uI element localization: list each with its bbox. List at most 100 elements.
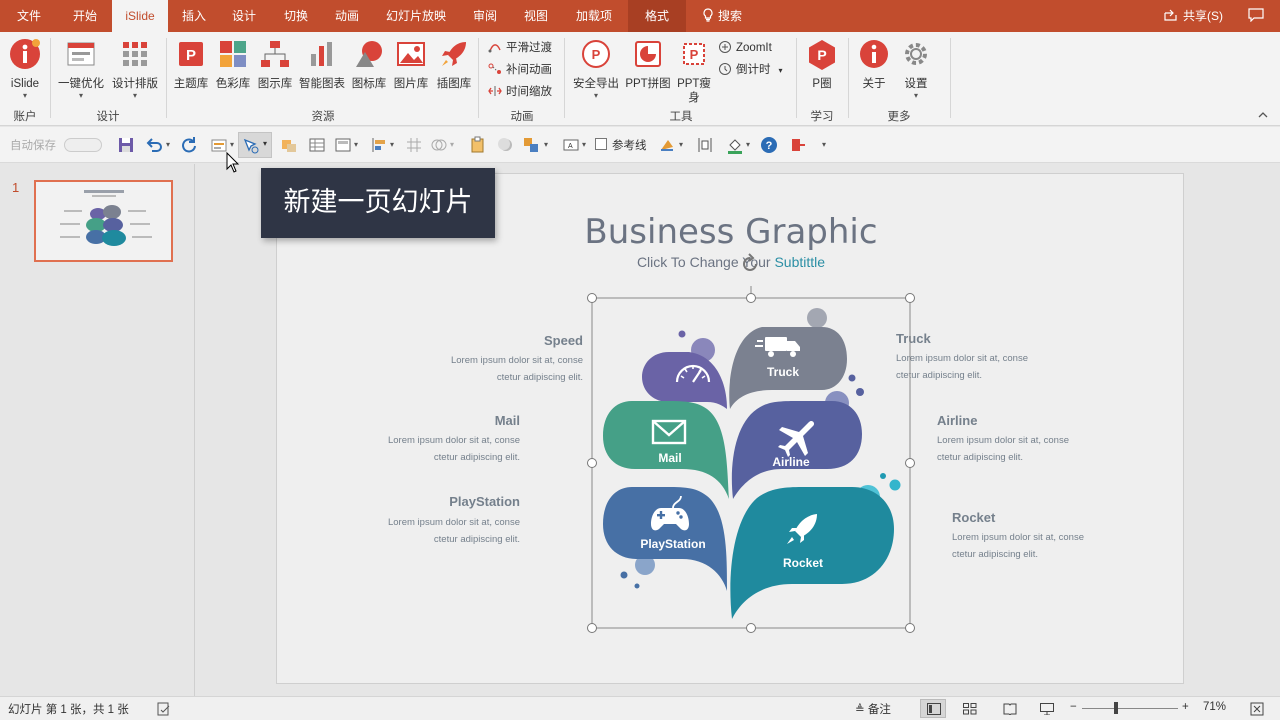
arrange-dropdown-icon[interactable]: ▾ (544, 140, 548, 149)
smooth-transition-button[interactable]: 平滑过渡 (488, 38, 552, 58)
guides-checkbox[interactable] (595, 138, 607, 150)
tween-animation-button[interactable]: 补间动画 (488, 60, 552, 80)
theme-library-label: 主题库 (173, 78, 209, 90)
collapse-ribbon-button[interactable] (1258, 110, 1268, 121)
p-circle-button[interactable]: P P圈 (802, 38, 842, 91)
tab-transitions[interactable]: 切换 (274, 0, 318, 32)
redo-icon[interactable] (180, 136, 198, 154)
save-icon[interactable] (117, 136, 135, 154)
safe-export-icon: P (582, 40, 610, 68)
slide-thumbnail[interactable] (34, 180, 173, 262)
table-icon[interactable] (308, 136, 326, 154)
zoom-slider[interactable] (1082, 708, 1178, 709)
tab-format[interactable]: 格式 (628, 0, 686, 32)
mail-petal[interactable] (603, 401, 729, 499)
gear-icon (905, 43, 927, 65)
slide-canvas[interactable]: Business Graphic Click To Change Your Su… (276, 173, 1184, 684)
notes-button[interactable]: ≜ 备注 (855, 701, 891, 717)
tab-home[interactable]: 开始 (62, 0, 108, 32)
mail-desc-line1: Lorem ipsum dolor sit at, conse (387, 435, 520, 446)
tab-file[interactable]: 文件 (6, 0, 52, 32)
align-dropdown-icon[interactable]: ▾ (390, 140, 394, 149)
textbox-icon[interactable]: A (562, 136, 580, 154)
tab-insert[interactable]: 插入 (172, 0, 216, 32)
slide-subtitle[interactable]: Click To Change Your Subtittle (277, 254, 1185, 270)
textbox-dropdown-icon[interactable]: ▾ (582, 140, 586, 149)
about-button[interactable]: 关于 (856, 38, 892, 91)
slideshow-icon[interactable] (1040, 703, 1054, 715)
merge-dropdown-icon[interactable]: ▾ (450, 140, 454, 149)
svg-text:?: ? (766, 140, 773, 152)
tab-animations[interactable]: 动画 (325, 0, 369, 32)
zoom-slider-thumb[interactable] (1114, 702, 1118, 714)
tab-design[interactable]: 设计 (222, 0, 266, 32)
ppt-puzzle-button[interactable]: PPT拼图 (624, 38, 672, 91)
merge-shapes-icon[interactable] (430, 136, 448, 154)
autosave-toggle[interactable] (64, 138, 102, 152)
new-slide-dropdown-icon[interactable]: ▾ (230, 140, 234, 149)
grid-hash-icon[interactable] (405, 136, 423, 154)
zoomit-button[interactable]: ZoomIt (718, 38, 772, 58)
speed-petal[interactable] (642, 352, 727, 409)
layout-design-button[interactable]: 设计排版 ▾ (110, 38, 160, 100)
share-button[interactable]: 共享(S) (1164, 0, 1223, 32)
smart-chart-button[interactable]: 智能图表 (297, 38, 347, 91)
slide-number: 1 (12, 180, 20, 195)
layout-dropdown-icon[interactable]: ▾ (354, 140, 358, 149)
countdown-button[interactable]: 倒计时 ▾ (718, 60, 783, 80)
paste-icon[interactable] (469, 136, 487, 154)
tab-view[interactable]: 视图 (515, 0, 557, 32)
zoom-in-button[interactable]: + (1182, 701, 1189, 713)
truck-petal-label: Truck (767, 365, 799, 379)
align-icon[interactable] (370, 136, 388, 154)
format-dropdown-icon[interactable]: ▾ (679, 140, 683, 149)
comments-button[interactable] (1248, 0, 1264, 32)
spell-check-icon[interactable] (157, 702, 171, 716)
one-click-optimize-button[interactable]: 一键优化 ▾ (56, 38, 106, 100)
zoom-level[interactable]: 71% (1203, 701, 1226, 713)
icon-library-label: 图标库 (351, 78, 387, 90)
ppt-slim-button[interactable]: P PPT瘦身 (676, 38, 712, 105)
shape-tool-button[interactable]: ▾ (238, 132, 272, 158)
slide-sorter-icon[interactable] (963, 703, 977, 715)
tab-review[interactable]: 审阅 (464, 0, 506, 32)
rotate-handle-icon[interactable] (739, 253, 761, 275)
normal-view-button[interactable] (920, 699, 946, 718)
format-painter-icon[interactable] (658, 136, 676, 154)
zoom-out-button[interactable]: − (1070, 701, 1077, 713)
fill-bucket-icon[interactable] (726, 136, 744, 154)
subtitle-part-1: Click To Change (636, 254, 743, 270)
reading-view-icon[interactable] (1003, 703, 1017, 715)
theme-library-button[interactable]: P 主题库 (172, 38, 210, 91)
islide-account-button[interactable]: iSlide ▾ (6, 38, 44, 100)
help-icon[interactable]: ? (760, 136, 778, 154)
color-library-button[interactable]: 色彩库 (214, 38, 252, 91)
time-scale-button[interactable]: 时间缩放 (488, 82, 552, 102)
fit-slide-icon[interactable] (1250, 702, 1264, 716)
diagram-library-button[interactable]: 图示库 (256, 38, 294, 91)
distribute-icon[interactable] (696, 136, 714, 154)
undo-dropdown-icon[interactable]: ▾ (166, 140, 170, 149)
group-label-resources: 资源 (311, 111, 335, 123)
tab-islide[interactable]: iSlide (112, 0, 168, 32)
customize-qat-icon[interactable]: ▾ (822, 140, 826, 149)
tab-addins[interactable]: 加载项 (568, 0, 620, 32)
search-box[interactable]: 搜索 (702, 0, 742, 32)
illustration-library-button[interactable]: 插图库 (434, 38, 474, 91)
fill-dropdown-icon[interactable]: ▾ (746, 140, 750, 149)
tab-slideshow[interactable]: 幻灯片放映 (380, 0, 452, 32)
fill-shape-icon[interactable] (280, 136, 298, 154)
rocket-petal[interactable] (730, 487, 894, 619)
airline-petal[interactable] (731, 401, 862, 499)
business-graphic[interactable]: Truck Mail Airline PlayStation Rocket (577, 284, 937, 644)
settings-button[interactable]: 设置 ▾ (898, 38, 934, 100)
shadow-icon[interactable] (497, 136, 515, 154)
ppt-convert-icon[interactable] (789, 136, 807, 154)
picture-library-button[interactable]: 图片库 (392, 38, 430, 91)
smooth-transition-icon (488, 44, 501, 53)
arrange-icon[interactable] (522, 136, 540, 154)
undo-icon[interactable] (145, 136, 163, 154)
icon-library-button[interactable]: 图标库 (350, 38, 388, 91)
layout-icon[interactable] (334, 136, 352, 154)
safe-export-button[interactable]: P 安全导出 ▾ (570, 38, 622, 100)
